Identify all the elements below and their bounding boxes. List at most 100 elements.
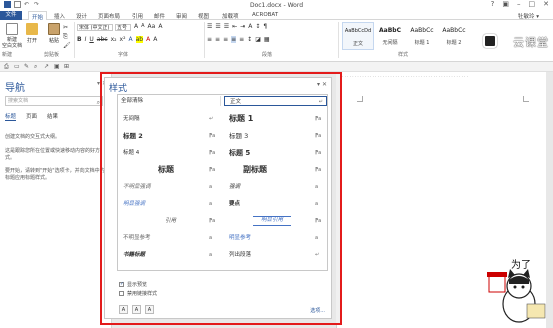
copy-icon[interactable]: ⎘ <box>63 33 68 40</box>
style-inspector-icon[interactable]: A <box>132 305 141 314</box>
toolbar-icon[interactable]: ▣ <box>54 63 60 70</box>
align-left-icon[interactable]: ≡ <box>207 36 212 43</box>
bold-icon[interactable]: B <box>77 36 82 43</box>
style-item-right[interactable]: 标题 3 <box>229 131 248 141</box>
gallery-style-no-spacing[interactable]: AaBbC 无间隔 <box>374 22 406 50</box>
numbering-icon[interactable]: ☰ <box>215 23 220 30</box>
font-size-select[interactable]: 五号 <box>115 24 131 31</box>
style-item-left[interactable]: 无间隔 <box>123 114 140 124</box>
gallery-style-heading2[interactable]: AaBbCc 标题 2 <box>438 22 470 50</box>
shading-icon[interactable]: ◪ <box>255 36 261 43</box>
decrease-indent-icon[interactable]: ⇤ <box>232 23 237 30</box>
ribbon-display-icon[interactable]: ▣ <box>502 0 509 8</box>
style-item-left[interactable]: 引用 <box>165 216 176 226</box>
tab-review[interactable]: 审阅 <box>176 12 187 20</box>
format-painter-icon[interactable]: 🖌 <box>63 42 71 49</box>
nav-tab-headings[interactable]: 标题 <box>5 112 17 121</box>
clear-format-icon[interactable]: A <box>158 23 162 30</box>
close-icon[interactable]: ✕ <box>543 0 549 8</box>
style-item-left[interactable]: 不明显强调 <box>123 182 151 192</box>
style-item-left[interactable]: 不明显参考 <box>123 233 151 243</box>
open-button[interactable]: 打开 <box>24 23 40 44</box>
disable-linked-styles-checkbox[interactable]: 禁用链接样式 <box>119 290 157 297</box>
char-border-icon[interactable]: A <box>153 36 157 43</box>
show-marks-icon[interactable]: ¶ <box>263 23 267 30</box>
tab-file[interactable]: 文件 <box>0 11 22 20</box>
show-preview-checkbox[interactable]: 显示预览 <box>119 281 147 288</box>
gallery-style-normal[interactable]: AaBbCcDd 正文 <box>342 22 374 50</box>
highlight-icon[interactable]: ab <box>135 36 144 43</box>
line-spacing-icon[interactable]: ↕ <box>247 36 252 43</box>
shrink-font-icon[interactable]: A <box>141 23 144 30</box>
align-right-icon[interactable]: ≡ <box>223 36 228 43</box>
nav-tab-results[interactable]: 结果 <box>47 112 58 121</box>
subscript-icon[interactable]: x₂ <box>111 36 117 43</box>
increase-indent-icon[interactable]: ⇥ <box>240 23 245 30</box>
style-item-right[interactable]: 标题 1 <box>229 114 253 124</box>
style-item-left[interactable]: 明显强调 <box>123 199 145 209</box>
toolbar-icon[interactable]: ⎙ <box>4 63 9 71</box>
style-item-left[interactable]: 标题 2 <box>123 131 143 141</box>
checkbox-box[interactable] <box>119 281 124 287</box>
styles-pane-close-icon[interactable]: ▾ ✕ <box>317 81 327 88</box>
gallery-style-heading1[interactable]: AaBbCc 标题 1 <box>406 22 438 50</box>
change-case-icon[interactable]: Aa <box>148 23 156 30</box>
paste-button[interactable]: 粘贴 <box>46 23 62 44</box>
nav-tab-pages[interactable]: 页面 <box>26 112 37 121</box>
style-item-right[interactable]: 明显引用 <box>253 216 292 226</box>
tab-insert[interactable]: 插入 <box>54 12 65 20</box>
sort-icon[interactable]: ↕ <box>255 23 260 30</box>
maximize-icon[interactable]: □ <box>529 0 536 8</box>
styles-options-link[interactable]: 选项... <box>310 307 325 314</box>
italic-icon[interactable]: I <box>85 36 87 43</box>
manage-styles-icon[interactable]: A <box>145 305 154 314</box>
style-item-right[interactable]: 强调 <box>229 182 240 192</box>
style-normal-selected[interactable]: 正文 ↵ <box>224 96 327 106</box>
style-item-right[interactable]: 副标题 <box>243 165 267 175</box>
tab-layout[interactable]: 页面布局 <box>98 12 120 20</box>
new-style-icon[interactable]: A <box>119 305 128 314</box>
borders-icon[interactable]: ▦ <box>264 36 270 43</box>
align-center-icon[interactable]: ≡ <box>215 36 220 43</box>
toolbar-icon[interactable]: ⌕ <box>34 63 37 71</box>
distribute-icon[interactable]: ≡ <box>239 36 244 43</box>
superscript-icon[interactable]: x² <box>120 36 126 43</box>
style-item-right[interactable]: 要点 <box>229 199 240 209</box>
tab-addins[interactable]: 加载项 <box>222 12 239 20</box>
toolbar-icon[interactable]: ▭ <box>14 63 20 70</box>
text-effects-icon[interactable]: A <box>129 36 133 43</box>
font-name-select[interactable]: 宋体 (中文正) <box>77 24 113 31</box>
chinese-layout-icon[interactable]: A <box>248 23 252 30</box>
nav-search-input[interactable]: 搜索文档 ⌕ <box>5 96 103 106</box>
checkbox-box[interactable] <box>119 291 124 296</box>
toolbar-icon[interactable]: ↗ <box>44 63 49 70</box>
tab-acrobat[interactable]: ACROBAT <box>252 12 278 18</box>
minimize-icon[interactable]: – <box>517 0 521 8</box>
style-item-right[interactable]: 列出段落 <box>229 250 251 260</box>
style-item-right[interactable]: 明显参考 <box>229 233 251 243</box>
underline-icon[interactable]: U <box>89 36 93 43</box>
justify-icon[interactable]: ≡ <box>231 36 237 43</box>
tab-references[interactable]: 引用 <box>132 12 143 20</box>
search-icon[interactable]: ⌕ <box>97 98 100 107</box>
tab-mailings[interactable]: 邮件 <box>154 12 165 20</box>
toolbar-icon[interactable]: ✎ <box>24 63 29 70</box>
style-item-left[interactable]: 书籍标题 <box>123 250 145 260</box>
font-color-icon[interactable]: A <box>146 36 150 43</box>
tab-view[interactable]: 视图 <box>198 12 209 20</box>
cut-icon[interactable]: ✂ <box>63 24 68 31</box>
help-icon[interactable]: ? <box>491 0 495 8</box>
multilevel-icon[interactable]: ☰ <box>224 23 229 30</box>
style-item-right[interactable]: 标题 5 <box>229 148 250 158</box>
clear-all-style[interactable]: 全部清除 <box>121 96 221 106</box>
style-item-left[interactable]: 标题 <box>158 165 174 175</box>
toolbar-icon[interactable]: ⊞ <box>64 63 69 70</box>
user-name[interactable]: 牡敏玲 ▾ <box>518 12 539 20</box>
new-blank-document-button[interactable]: 新建 空白文档 <box>2 23 22 49</box>
strikethrough-icon[interactable]: abc <box>97 36 108 43</box>
grow-font-icon[interactable]: A <box>134 23 138 30</box>
vertical-scrollbar[interactable] <box>336 72 340 324</box>
tab-design[interactable]: 设计 <box>76 12 87 20</box>
bullets-icon[interactable]: ☰ <box>207 23 212 30</box>
style-item-left[interactable]: 标题 4 <box>123 148 139 158</box>
